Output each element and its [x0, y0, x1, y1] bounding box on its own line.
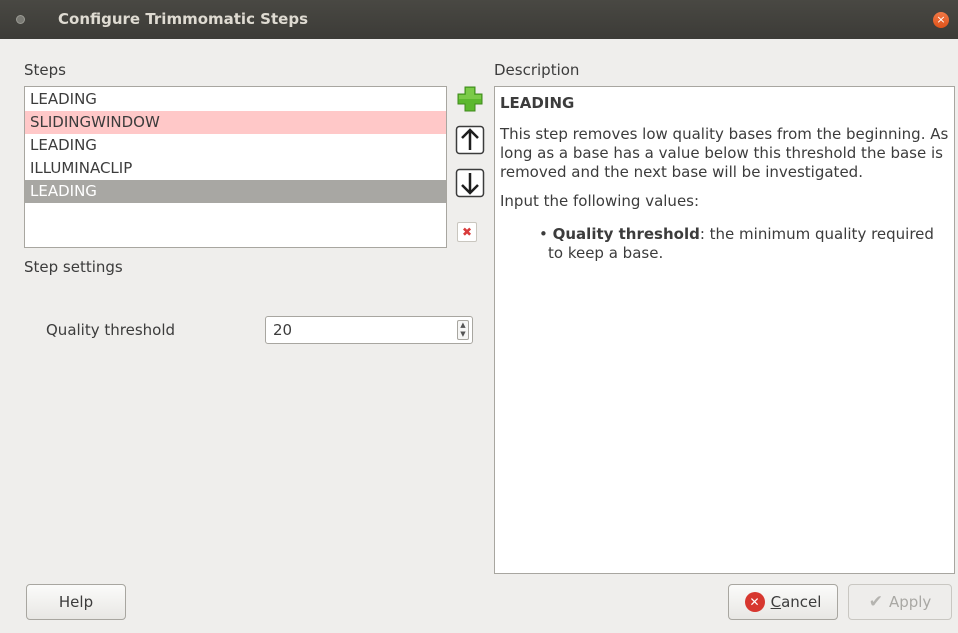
step-list-item[interactable]: LEADING [25, 180, 446, 203]
quality-threshold-spinbox[interactable]: ▲ ▼ [265, 316, 473, 344]
cancel-button-label: Cancel [770, 593, 822, 611]
apply-button-label: Apply [888, 593, 932, 611]
description-title: LEADING [500, 94, 575, 112]
remove-icon: ✖ [461, 225, 473, 239]
step-list-item[interactable]: ILLUMINACLIP [25, 157, 446, 180]
spin-arrows[interactable]: ▲ ▼ [457, 320, 469, 340]
apply-button[interactable]: ✔ Apply [848, 584, 952, 620]
spin-up-icon[interactable]: ▲ [458, 321, 468, 330]
move-up-button[interactable] [455, 125, 485, 155]
window-menu-icon[interactable] [16, 15, 25, 24]
window-title: Configure Trimmomatic Steps [58, 10, 308, 28]
steps-list[interactable]: LEADING SLIDINGWINDOW LEADING ILLUMINACLIP L… [24, 86, 447, 248]
bullet-term: Quality threshold [552, 225, 700, 243]
step-list-item[interactable]: SLIDINGWINDOW [25, 111, 446, 134]
steps-label: Steps [24, 61, 66, 79]
cancel-button[interactable]: ✕ Cancel [728, 584, 838, 620]
step-list-item[interactable]: LEADING [25, 134, 446, 157]
step-settings-label: Step settings [24, 258, 123, 276]
move-down-button[interactable] [455, 168, 485, 198]
description-input-intro: Input the following values: [500, 192, 700, 210]
description-bullet: • Quality threshold: the minimum quality… [539, 225, 934, 262]
add-step-button[interactable] [455, 84, 485, 114]
description-panel: LEADING This step removes low quality ba… [494, 86, 955, 574]
step-list-item[interactable]: LEADING [25, 88, 446, 111]
description-body: This step removes low quality bases from… [500, 125, 949, 181]
cancel-icon: ✕ [744, 592, 765, 612]
arrow-down-icon [455, 168, 485, 198]
apply-icon: ✔ [868, 592, 883, 612]
quality-threshold-input[interactable] [267, 318, 453, 342]
quality-threshold-label: Quality threshold [46, 321, 176, 339]
arrow-up-icon [455, 125, 485, 155]
window-titlebar: Configure Trimmomatic Steps × [0, 0, 958, 39]
remove-step-button[interactable]: ✖ [457, 222, 477, 242]
window-close-button[interactable]: × [933, 12, 949, 28]
add-icon [457, 86, 483, 112]
help-button-label: Help [58, 593, 94, 611]
description-label: Description [494, 61, 580, 79]
help-button[interactable]: Help [26, 584, 126, 620]
spin-down-icon[interactable]: ▼ [458, 330, 468, 339]
